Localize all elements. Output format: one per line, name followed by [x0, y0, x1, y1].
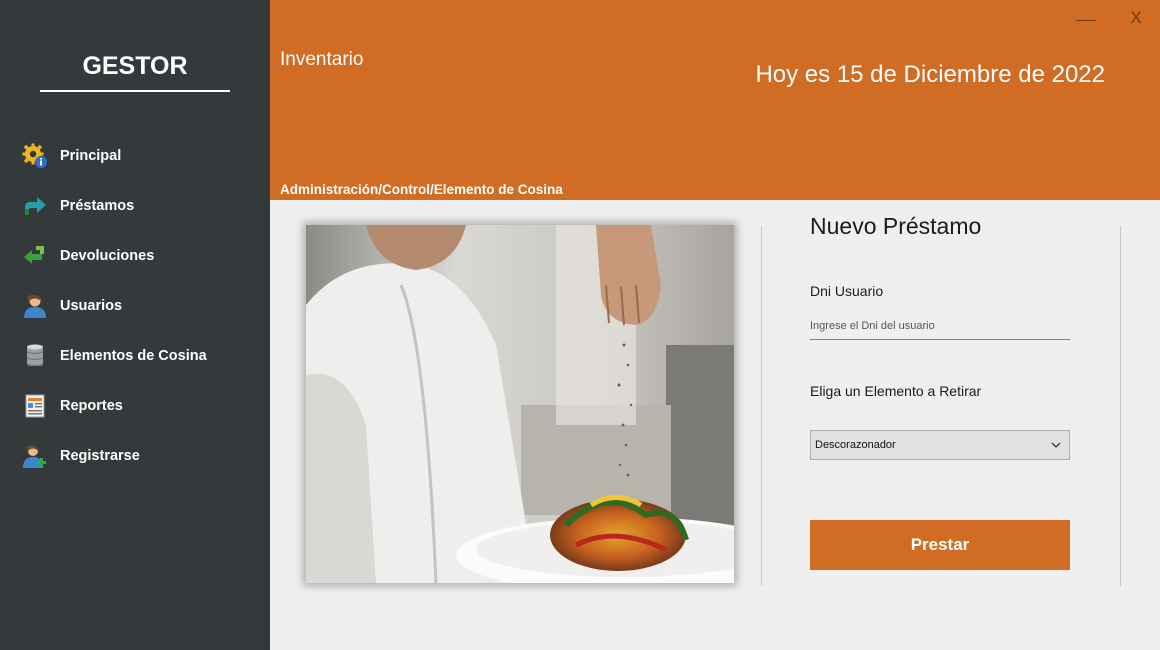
sidebar-item-usuarios[interactable]: Usuarios	[22, 291, 262, 321]
close-button[interactable]: X	[1126, 8, 1146, 30]
form-divider-right	[1120, 226, 1121, 586]
sidebar-item-label: Principal	[60, 148, 122, 164]
header-bar: Inventario Hoy es 15 de Diciembre de 202…	[270, 0, 1160, 200]
minimize-icon	[1076, 20, 1096, 21]
sidebar-item-registrarse[interactable]: Registrarse	[22, 441, 262, 471]
sidebar-item-reportes[interactable]: Reportes	[22, 391, 262, 421]
sidebar-item-label: Devoluciones	[60, 248, 155, 264]
user-icon	[22, 293, 48, 319]
dni-input[interactable]	[810, 313, 1070, 340]
sidebar-item-label: Préstamos	[60, 198, 135, 214]
sidebar-item-principal[interactable]: Principal	[22, 141, 262, 171]
element-label: Eliga un Elemento a Retirar	[810, 383, 982, 399]
dni-label: Dni Usuario	[810, 283, 884, 299]
module-title: Inventario	[280, 49, 364, 70]
sidebar: GESTOR Principal Préstamos Devoluciones …	[0, 0, 270, 650]
sidebar-item-label: Elementos de Cosina	[60, 348, 207, 364]
sidebar-item-label: Reportes	[60, 398, 123, 414]
brand-title: GESTOR	[82, 52, 188, 80]
brand-underline	[40, 90, 230, 92]
add-user-icon	[22, 443, 48, 469]
form-title: Nuevo Préstamo	[810, 213, 982, 239]
element-select-value: Descorazonador	[815, 439, 896, 451]
date-display: Hoy es 15 de Diciembre de 2022	[755, 61, 1105, 88]
return-arrow-icon	[22, 243, 48, 269]
sidebar-item-label: Usuarios	[60, 298, 123, 314]
minimize-button[interactable]	[1076, 8, 1098, 30]
sidebar-item-elementos[interactable]: Elementos de Cosina	[22, 341, 262, 371]
sidebar-item-devoluciones[interactable]: Devoluciones	[22, 241, 262, 271]
form-divider-left	[761, 226, 762, 586]
gear-info-icon	[22, 143, 48, 169]
sidebar-item-label: Registrarse	[60, 448, 140, 464]
chevron-down-icon	[1049, 437, 1063, 451]
chef-photo	[306, 225, 734, 583]
breadcrumb: Administración/Control/Elemento de Cosin…	[280, 182, 563, 197]
lend-button[interactable]: Prestar	[810, 520, 1070, 570]
app-window: GESTOR Principal Préstamos Devoluciones …	[0, 0, 1160, 650]
sidebar-item-prestamos[interactable]: Préstamos	[22, 191, 262, 221]
element-select[interactable]: Descorazonador	[810, 430, 1070, 460]
report-icon	[22, 393, 48, 419]
database-icon	[22, 343, 48, 369]
share-arrow-icon	[22, 193, 48, 219]
